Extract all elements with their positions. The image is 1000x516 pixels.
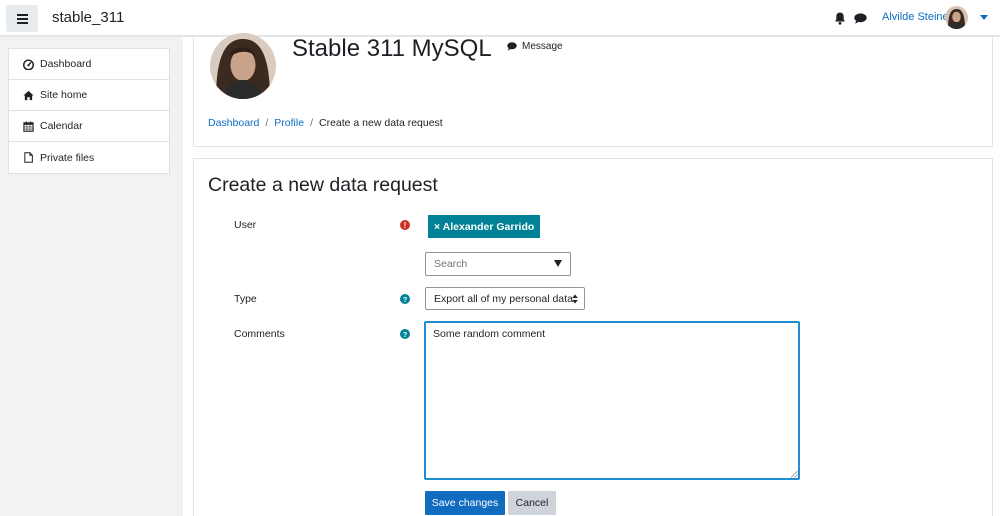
breadcrumb-current: Create a new data request — [318, 117, 443, 129]
breadcrumb-dashboard[interactable]: Dashboard — [208, 117, 259, 129]
top-navbar: stable_311 Alvilde Steine — [0, 0, 1000, 36]
profile-picture — [210, 33, 276, 99]
drawer-item-label: Site home — [40, 89, 88, 101]
message-button[interactable]: Message — [507, 41, 563, 52]
resize-handle-icon[interactable] — [790, 470, 798, 478]
drawer-item-label: Calendar — [40, 120, 83, 132]
type-label: Type — [234, 293, 257, 305]
selected-user-tag[interactable]: × Alexander Garrido — [428, 215, 541, 238]
user-label: User — [234, 219, 257, 231]
user-menu-name[interactable]: Alvilde Steine — [882, 11, 949, 23]
user-search-input[interactable]: Search — [425, 252, 571, 276]
help-icon[interactable]: ? — [400, 294, 410, 304]
type-value: Export all of my personal data — [434, 292, 573, 305]
drawer-list: Dashboard Site home Calendar Private fil… — [8, 48, 170, 174]
chevron-down-icon[interactable] — [980, 15, 988, 20]
breadcrumb-separator: / — [310, 117, 313, 129]
drawer-item-calendar[interactable]: Calendar — [9, 111, 169, 142]
bell-icon[interactable] — [834, 12, 846, 25]
help-icon[interactable]: ? — [400, 329, 410, 339]
hamburger-icon[interactable] — [6, 5, 38, 32]
data-request-form: Create a new data request User ! × Alexa… — [193, 158, 993, 516]
drawer-item-site-home[interactable]: Site home — [9, 80, 169, 111]
drawer-item-label: Private files — [40, 151, 95, 164]
file-icon — [24, 152, 33, 163]
type-select[interactable]: Export all of my personal data — [425, 287, 585, 310]
cancel-button[interactable]: Cancel — [508, 491, 556, 515]
page-header: Stable 311 MySQL Message Dashboard / Profi… — [193, 33, 993, 147]
select-arrows-icon — [572, 294, 578, 304]
save-button[interactable]: Save changes — [425, 491, 505, 515]
nav-drawer: Dashboard Site home Calendar Private fil… — [0, 37, 183, 516]
home-icon — [23, 90, 34, 100]
breadcrumb: Dashboard / Profile / Create a new data requ… — [208, 117, 443, 129]
breadcrumb-profile[interactable]: Profile — [274, 117, 304, 129]
dashboard-icon — [23, 58, 34, 70]
chat-icon — [507, 42, 517, 51]
chat-icon[interactable] — [854, 13, 867, 24]
calendar-icon — [23, 120, 34, 132]
main-region: Stable 311 MySQL Message Dashboard / Profi… — [183, 33, 1000, 516]
drawer-item-label: Dashboard — [40, 58, 92, 70]
comments-textarea[interactable]: Some random comment — [424, 321, 800, 480]
comments-label: Comments — [234, 328, 285, 340]
breadcrumb-separator: / — [265, 117, 269, 129]
site-name[interactable]: stable_311 — [52, 9, 124, 26]
required-icon: ! — [400, 220, 410, 230]
form-title: Create a new data request — [208, 174, 438, 196]
chevron-down-icon[interactable] — [554, 260, 562, 267]
page-title: Stable 311 MySQL — [292, 35, 492, 62]
search-placeholder: Search — [434, 258, 468, 270]
drawer-item-private-files[interactable]: Private files — [9, 142, 169, 173]
message-label: Message — [522, 41, 563, 52]
avatar[interactable] — [945, 6, 968, 29]
drawer-item-dashboard[interactable]: Dashboard — [9, 49, 169, 80]
